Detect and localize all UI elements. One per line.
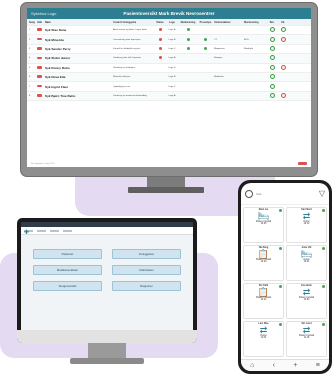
- flag-icon: [37, 84, 42, 88]
- patient-card[interactable]: Ola Berg 📋 Pasient mottatt 10:20: [243, 245, 284, 281]
- menu-item[interactable]: [50, 229, 59, 232]
- menu-item[interactable]: [37, 229, 46, 232]
- patient-card[interactable]: Per Dahl 📋 Pasient mottatt 10:44: [243, 283, 284, 319]
- check-icon: [269, 45, 275, 51]
- dashboard-button[interactable]: Pasienter: [33, 249, 102, 259]
- medication-icon: [186, 46, 190, 50]
- flag-icon: [37, 94, 42, 97]
- dashboard-button[interactable]: Medikamentlister: [33, 265, 102, 275]
- check-icon: [280, 27, 286, 33]
- search-input[interactable]: Søk: [256, 192, 316, 196]
- monitor-screen: ✚ Pasienter Innleggelser Medikamentliste…: [21, 222, 193, 330]
- transfer-icon: ⇄: [302, 211, 311, 221]
- status-dot-icon: [279, 323, 282, 326]
- status-dot-icon: [279, 247, 282, 250]
- patient-card[interactable]: Eva Holm ⇄ Pasient mottatt 10:52: [286, 283, 327, 319]
- alert-button[interactable]: [298, 162, 307, 165]
- mobile-phone: Søk ▽ Stein Lie 🛏 Pasient mottatt 10:05 …: [238, 180, 332, 374]
- flag-icon: [37, 75, 42, 78]
- dashboard-button[interactable]: Utskrivelser: [112, 265, 181, 275]
- status-dot-icon: [322, 323, 325, 326]
- medication-icon: [186, 37, 190, 41]
- alert-icon: [280, 64, 286, 70]
- check-icon: [269, 92, 275, 98]
- status-dot-icon: [158, 46, 162, 50]
- check-icon: [269, 55, 275, 61]
- table-row[interactable]: 4 Syk Stolin Junior Vurdering etter fall…: [27, 54, 311, 64]
- monitor-button-grid: Pasienter Innleggelser Medikamentlister …: [21, 235, 193, 305]
- tv-page-title: Pasientoversikt Mark Brevik Nevrosentrer: [123, 11, 215, 16]
- add-icon[interactable]: +: [293, 362, 297, 369]
- table-row[interactable]: 6 Syk Nova Elia Mistenkt infeksjon Lege …: [27, 72, 311, 83]
- check-icon: [269, 74, 275, 80]
- tv-device: Sykehus Logo Pasientoversikt Mark Brevik…: [20, 2, 318, 177]
- back-icon[interactable]: ‹: [273, 362, 275, 369]
- tv-base: [128, 187, 204, 193]
- table-row[interactable]: 3 Syk Sander Perry Kontroll av blodtrykk…: [27, 45, 311, 55]
- phone-search-bar[interactable]: Søk ▽: [241, 183, 329, 205]
- patient-card[interactable]: Stein Lie 🛏 Pasient mottatt 10:05: [243, 207, 284, 243]
- table-row[interactable]: 7 Syk Ingrid Fleer Oppfølging av sår Leg…: [27, 82, 311, 92]
- patient-card-grid: Stein Lie 🛏 Pasient mottatt 10:05 Kari N…: [241, 205, 329, 359]
- filter-icon[interactable]: ▽: [319, 189, 325, 198]
- phone-screen: Søk ▽ Stein Lie 🛏 Pasient mottatt 10:05 …: [241, 183, 329, 371]
- status-dot-icon: [158, 28, 162, 32]
- table-row[interactable]: 1 Syk Stav Dane Akutt smerte og feber i …: [27, 26, 311, 36]
- flag-icon: [37, 28, 42, 31]
- table-row[interactable]: 5 Syk Ronny Rubo Utredning av hodepine L…: [27, 64, 311, 73]
- transfer-icon: ⇄: [302, 325, 311, 335]
- table-row[interactable]: 2 Syk Mina Ida Overvåkning etter operasj…: [27, 35, 311, 45]
- transfer-icon: ⇄: [302, 287, 311, 297]
- flag-icon: [37, 47, 42, 50]
- cross-logo-icon: ✚: [24, 229, 33, 236]
- monitor-chin: [17, 330, 197, 343]
- procedure-icon: [204, 46, 207, 50]
- phone-bottom-nav: ⌂ ‹ + ≡: [241, 359, 329, 371]
- dashboard-button[interactable]: Rapporter: [112, 281, 181, 291]
- menu-icon[interactable]: ≡: [316, 362, 320, 369]
- bed-icon: 🛏: [257, 211, 270, 221]
- medication-icon: [186, 28, 190, 32]
- status-dot-icon: [279, 285, 282, 288]
- monitor-menu-bar: ✚: [21, 227, 193, 236]
- status-dot-icon: [322, 209, 325, 212]
- tv-footer-text: Sist oppdatert: i dag 12:00: [31, 163, 55, 165]
- search-icon[interactable]: [245, 189, 253, 198]
- clipboard-icon: 📋: [257, 287, 270, 297]
- home-icon[interactable]: ⌂: [250, 362, 254, 369]
- patient-card[interactable]: Anne Vik 🛏 Venter 10:31: [286, 245, 327, 281]
- status-dot-icon: [158, 56, 162, 60]
- status-dot-icon: [322, 247, 325, 250]
- patient-card[interactable]: Siri Lund ⇄ Pasient mottatt 11:15: [286, 321, 327, 357]
- status-dot-icon: [158, 37, 162, 41]
- patient-card[interactable]: Kari Nord ⇄ Venter 10:12: [286, 207, 327, 243]
- table-row[interactable]: 8 Syk Bjørn Tine Betto Vurdering av medi…: [27, 91, 311, 102]
- desktop-monitor: ✚ Pasienter Innleggelser Medikamentliste…: [17, 218, 197, 343]
- flag-icon: [37, 56, 42, 60]
- clipboard-icon: 📋: [257, 249, 270, 259]
- tv-topbar: Sykehus Logo Pasientoversikt Mark Brevik…: [27, 8, 311, 19]
- flag-icon: [37, 66, 42, 69]
- alert-icon: [280, 36, 286, 42]
- check-icon: [269, 36, 275, 42]
- flag-icon: [37, 37, 42, 41]
- hospital-logo: Sykehus Logo: [31, 11, 57, 16]
- status-dot-icon: [322, 285, 325, 288]
- bed-icon: 🛏: [300, 249, 313, 259]
- check-icon: [269, 64, 275, 70]
- status-dot-icon: [279, 209, 282, 212]
- monitor-foot: [70, 358, 144, 364]
- check-icon: [269, 27, 275, 33]
- procedure-icon: [204, 37, 207, 41]
- tv-screen: Sykehus Logo Pasientoversikt Mark Brevik…: [27, 8, 311, 167]
- dashboard-button[interactable]: Innleggelser: [112, 249, 181, 259]
- transfer-icon: ⇄: [259, 325, 268, 335]
- patient-card[interactable]: Lars Moe ⇄ Venter 11:04: [243, 321, 284, 357]
- dashboard-button[interactable]: Sengeoversikt: [33, 281, 102, 291]
- tv-table-header: Seng Vakt Navn Årsak til innleggelse Sta…: [27, 19, 311, 26]
- menu-item[interactable]: [63, 229, 72, 232]
- alert-icon: [280, 92, 286, 98]
- check-icon: [269, 83, 275, 89]
